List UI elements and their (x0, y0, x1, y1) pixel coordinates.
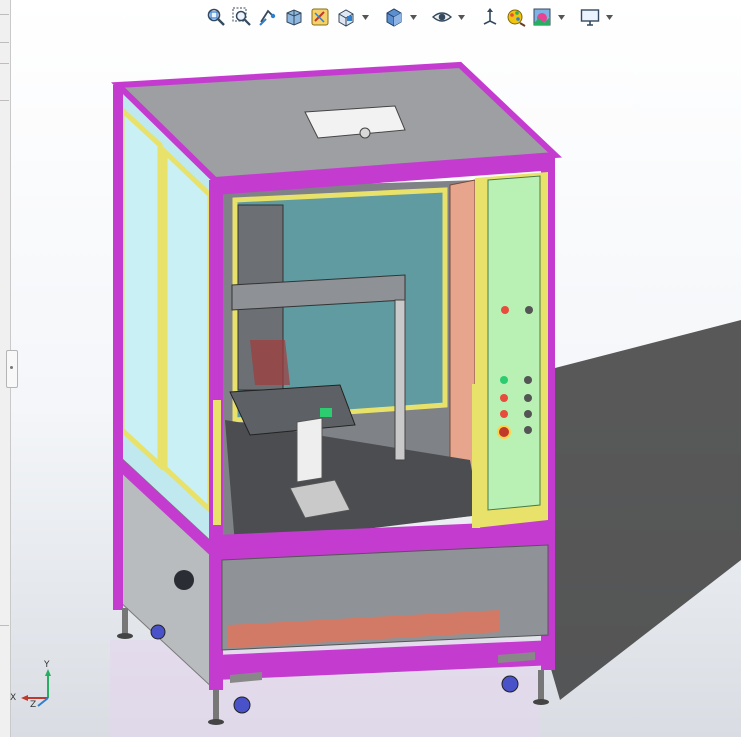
hide-show-dropdown-chevron-icon[interactable] (457, 6, 465, 28)
caster-wheel (150, 624, 166, 640)
top-knob (359, 127, 371, 139)
view-settings-icon[interactable] (579, 6, 601, 28)
selector-switch[interactable] (524, 410, 532, 418)
previous-view-icon[interactable] (257, 6, 279, 28)
triad-y-label: Y (44, 660, 50, 670)
graphics-area[interactable] (10, 30, 741, 737)
view-orientation-dropdown-chevron-icon[interactable] (361, 6, 369, 28)
edit-appearance-icon[interactable] (505, 6, 527, 28)
control-panel (487, 175, 541, 511)
strip-divider (0, 63, 9, 64)
control-panel-edge (472, 384, 480, 528)
caster-wheel (501, 675, 519, 693)
zoom-to-area-icon[interactable] (231, 6, 253, 28)
display-style-icon[interactable] (383, 6, 405, 28)
reference-triad: Y X Z (8, 660, 58, 710)
leveling-foot (533, 699, 549, 705)
caster-wheel (233, 696, 251, 714)
gantry-leg (394, 299, 406, 461)
leveling-foot (538, 670, 544, 700)
leveling-foot (122, 608, 128, 634)
display-style-dropdown-chevron-icon[interactable] (409, 6, 417, 28)
triad-z-label: Z (30, 700, 37, 710)
strip-divider (0, 625, 9, 626)
leveling-foot (208, 719, 224, 725)
front-left-door-edge (213, 400, 221, 525)
leveling-foot (117, 633, 133, 639)
fan-grille (174, 570, 194, 590)
strip-divider (0, 14, 9, 15)
rear-left-post (113, 85, 123, 610)
apply-scene-dropdown-chevron-icon[interactable] (557, 6, 565, 28)
strip-divider (0, 100, 9, 101)
triad-view-icon[interactable] (479, 6, 501, 28)
dispensing-head (250, 340, 290, 385)
heads-up-view-toolbar (205, 4, 613, 30)
view-settings-dropdown-chevron-icon[interactable] (605, 6, 613, 28)
view-orientation-icon[interactable] (335, 6, 357, 28)
zoom-to-fit-icon[interactable] (205, 6, 227, 28)
leveling-foot (213, 690, 219, 720)
selector-switch[interactable] (524, 426, 532, 434)
selector-switch[interactable] (525, 306, 533, 314)
strip-divider (0, 42, 9, 43)
sensor-part (320, 408, 332, 417)
selector-switch[interactable] (524, 376, 532, 384)
hide-show-items-icon[interactable] (431, 6, 453, 28)
indicator-light-green[interactable] (500, 376, 508, 384)
emergency-stop-button[interactable] (497, 425, 511, 439)
indicator-light-red[interactable] (501, 306, 509, 314)
fixture-block (296, 417, 323, 483)
indicator-light-red[interactable] (500, 394, 508, 402)
triad-x-label: X (10, 693, 17, 703)
dynamic-annotation-icon[interactable] (309, 6, 331, 28)
section-view-icon[interactable] (283, 6, 305, 28)
apply-scene-icon[interactable] (531, 6, 553, 28)
left-glass-door-rear (119, 104, 163, 471)
selector-switch[interactable] (524, 394, 532, 402)
indicator-light-red[interactable] (500, 410, 508, 418)
left-glass-door-front (162, 146, 213, 516)
